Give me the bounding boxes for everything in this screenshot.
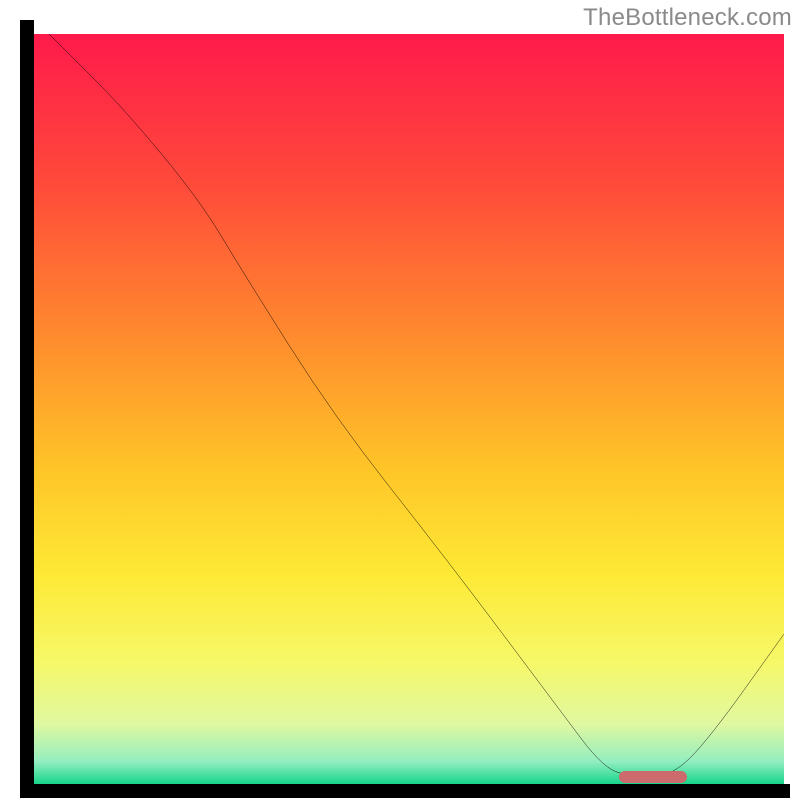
bottleneck-curve xyxy=(34,34,784,784)
plot-area xyxy=(34,34,784,784)
optimal-zone-marker xyxy=(619,771,687,783)
y-axis xyxy=(20,20,34,798)
bottleneck-chart: TheBottleneck.com xyxy=(0,0,800,800)
x-axis xyxy=(20,784,790,798)
watermark-text: TheBottleneck.com xyxy=(583,4,792,32)
